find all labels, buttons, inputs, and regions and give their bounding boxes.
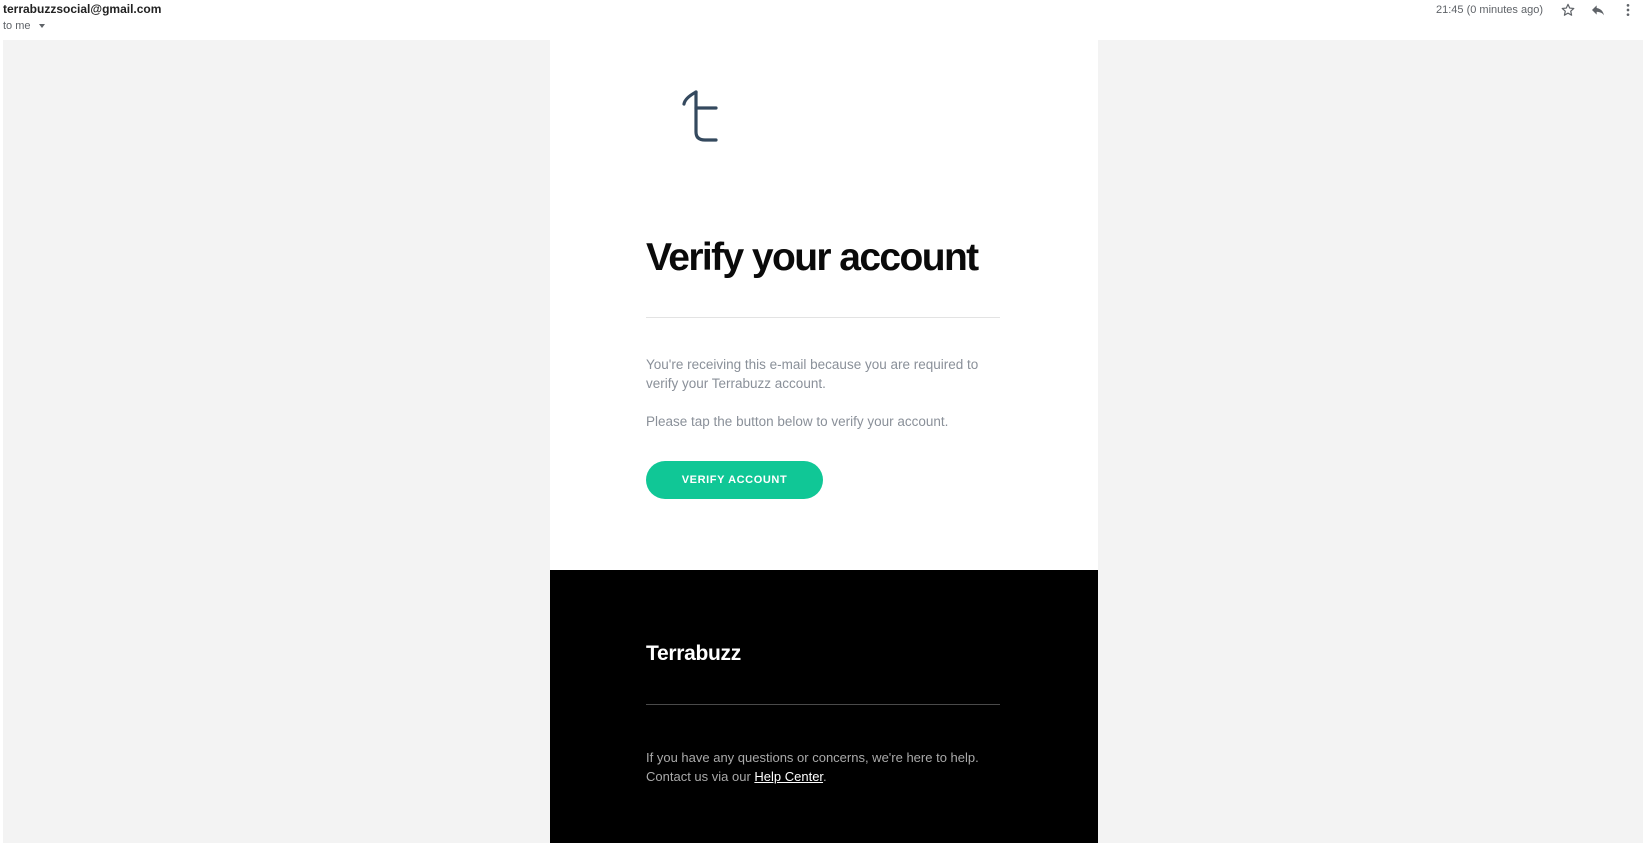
footer-line-1: If you have any questions or concerns, w… xyxy=(646,750,979,765)
footer-line-2-suffix: . xyxy=(823,769,827,784)
recipient-details-toggle[interactable]: to me xyxy=(3,20,45,32)
footer-help-text: If you have any questions or concerns, w… xyxy=(646,748,1000,786)
footer-divider xyxy=(646,704,1000,705)
terrabuzz-logo xyxy=(680,82,730,153)
email-card: Verify your account You're receiving thi… xyxy=(550,40,1098,843)
sender-address[interactable]: terrabuzzsocial@gmail.com xyxy=(3,2,161,16)
email-header: terrabuzzsocial@gmail.com to me 21:45 (0… xyxy=(0,0,1643,40)
intro-paragraph: You're receiving this e-mail because you… xyxy=(646,357,979,391)
star-icon[interactable] xyxy=(1558,0,1578,20)
email-footer: Terrabuzz If you have any questions or c… xyxy=(550,570,1098,843)
timestamp: 21:45 (0 minutes ago) xyxy=(1435,4,1543,16)
footer-line-2-prefix: Contact us via our xyxy=(646,769,755,784)
email-main-section: Verify your account You're receiving thi… xyxy=(550,40,1098,570)
chevron-down-icon xyxy=(38,24,45,28)
more-vert-icon[interactable] xyxy=(1618,0,1638,20)
reply-icon[interactable] xyxy=(1588,0,1608,20)
verify-account-button[interactable]: VERIFY ACCOUNT xyxy=(646,461,823,499)
instruction-paragraph: Please tap the button below to verify yo… xyxy=(646,414,949,429)
recipient-label: to me xyxy=(3,20,31,32)
header-actions: 21:45 (0 minutes ago) xyxy=(1436,0,1643,20)
email-title: Verify your account xyxy=(646,236,979,279)
help-center-link[interactable]: Help Center xyxy=(754,769,823,784)
email-body-canvas: Verify your account You're receiving thi… xyxy=(3,40,1643,843)
title-divider xyxy=(646,317,1000,318)
footer-brand: Terrabuzz xyxy=(646,642,741,665)
